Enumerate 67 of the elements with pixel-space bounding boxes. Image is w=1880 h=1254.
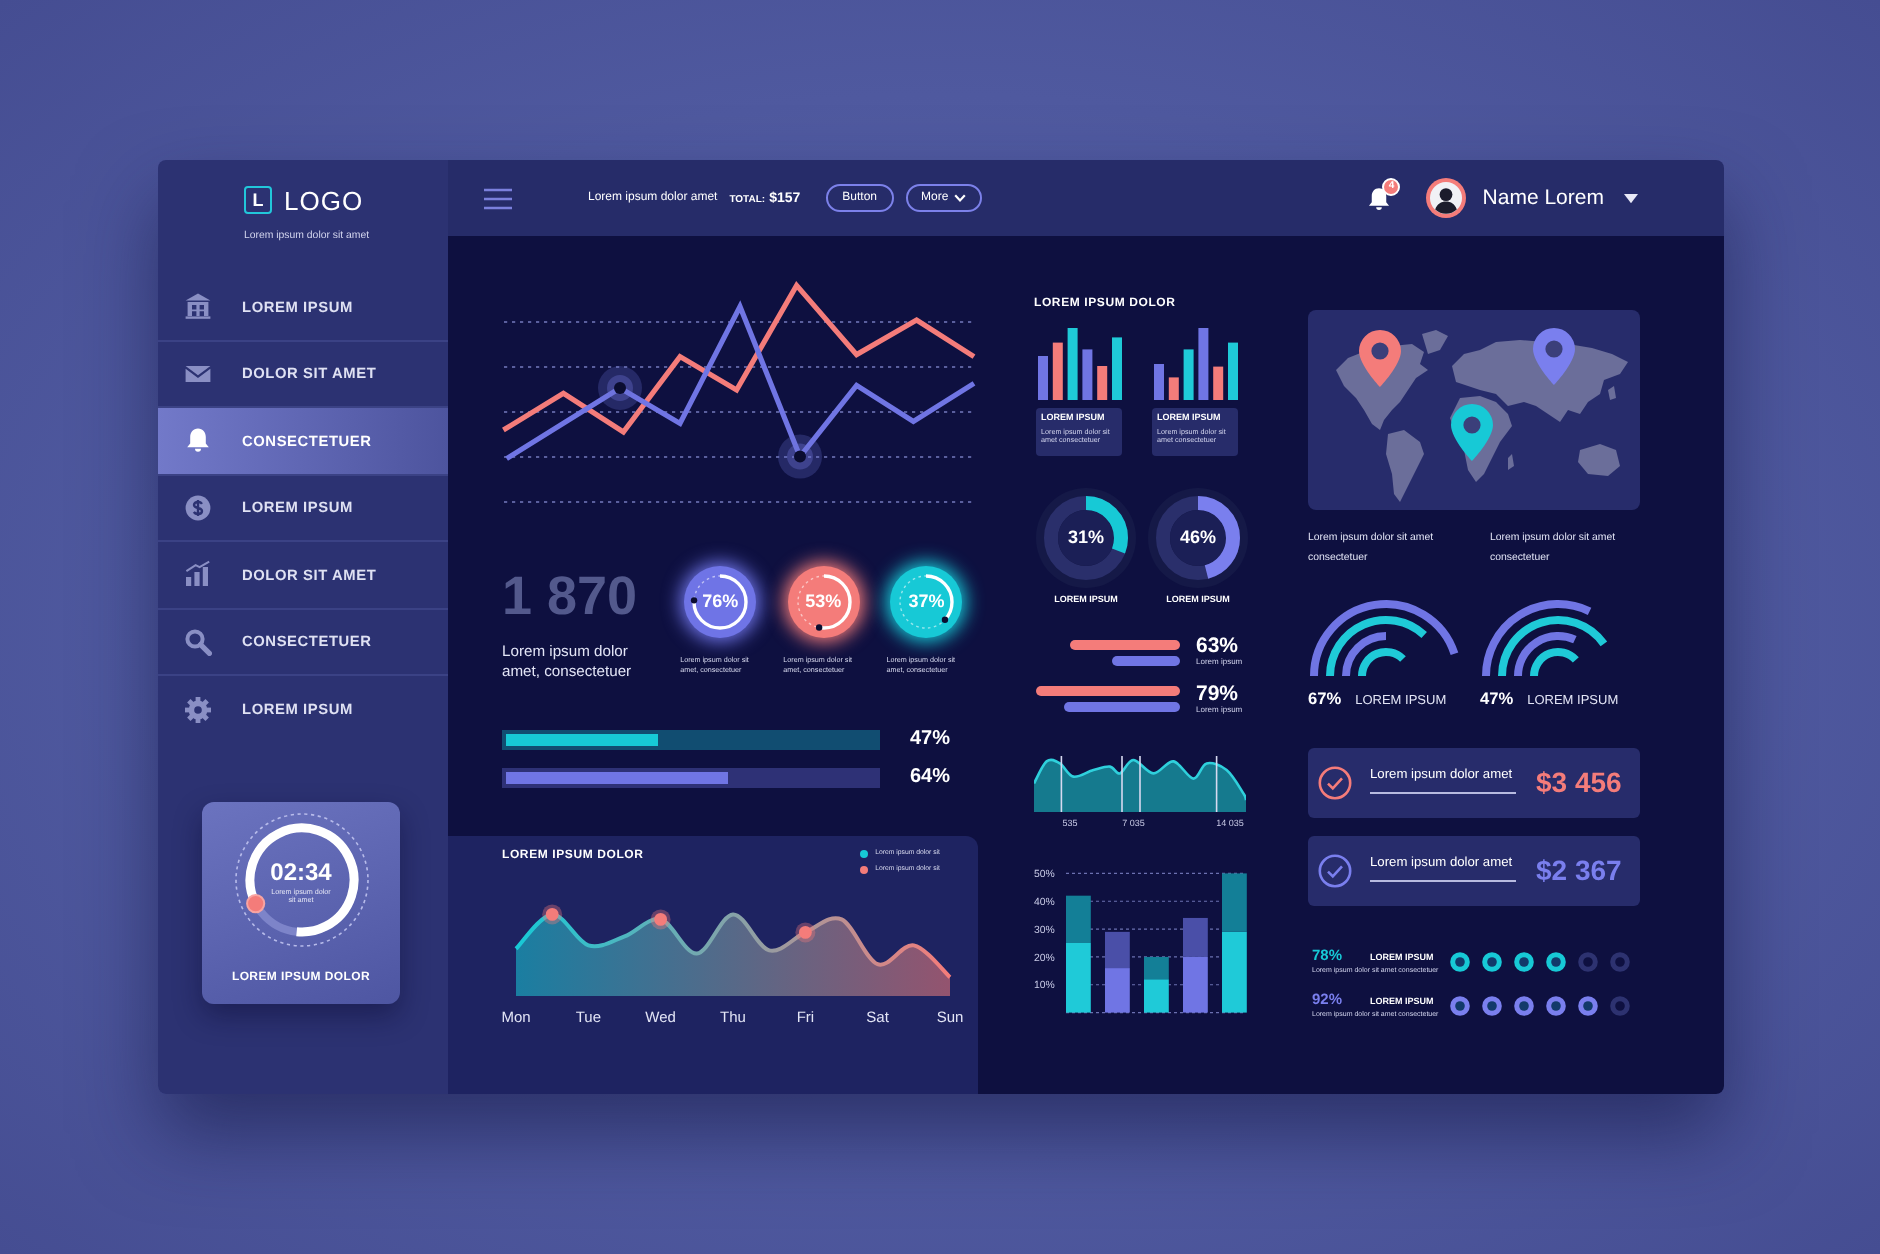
bar bbox=[1105, 930, 1130, 968]
donut-value: 31% bbox=[1068, 529, 1104, 547]
bar bbox=[1070, 639, 1180, 649]
donut-value: 46% bbox=[1180, 529, 1216, 547]
bar bbox=[1154, 364, 1164, 400]
ring-value: 37% bbox=[908, 593, 945, 611]
logo-text: LOGO bbox=[284, 187, 364, 213]
ring-icon bbox=[1610, 995, 1630, 1015]
bar bbox=[1183, 955, 1208, 1012]
bell-icon bbox=[184, 426, 212, 455]
point-marker bbox=[778, 434, 822, 479]
chevron-icon bbox=[954, 194, 967, 202]
bar bbox=[1144, 955, 1169, 979]
avatar-icon[interactable] bbox=[1426, 178, 1467, 218]
dollar-coin-icon bbox=[184, 493, 212, 522]
bar bbox=[1222, 872, 1247, 931]
point-marker bbox=[598, 366, 642, 410]
point-marker bbox=[650, 909, 671, 930]
gauge-value: 67% bbox=[1308, 690, 1342, 707]
stat-value: 79% bbox=[1196, 683, 1241, 703]
bar bbox=[1097, 366, 1108, 400]
bar bbox=[1036, 685, 1180, 695]
ring-icon bbox=[1578, 951, 1598, 971]
ring-value: 53% bbox=[805, 593, 842, 611]
bar bbox=[1183, 349, 1194, 400]
check-circle-icon bbox=[1318, 765, 1352, 799]
ring-value: 76% bbox=[702, 593, 739, 611]
bar bbox=[1064, 701, 1180, 711]
timer-value: 02:34 bbox=[270, 860, 332, 884]
bar bbox=[1082, 349, 1093, 400]
bar-chart-icon bbox=[184, 560, 212, 589]
stat-value: 63% bbox=[1196, 635, 1241, 655]
user-name[interactable]: Name Lorem bbox=[1482, 187, 1604, 209]
bar bbox=[1213, 366, 1224, 400]
bar bbox=[1228, 342, 1238, 400]
ring-icon bbox=[1610, 951, 1630, 971]
search-icon bbox=[184, 627, 212, 656]
bar bbox=[1067, 328, 1078, 400]
bar bbox=[1112, 655, 1180, 665]
bar bbox=[1222, 930, 1247, 1012]
amount-value: $2 367 bbox=[1536, 856, 1622, 884]
check-circle-icon bbox=[1318, 853, 1352, 887]
marker-line bbox=[1215, 755, 1218, 812]
bar bbox=[1105, 967, 1130, 1012]
progress-reading: 47% bbox=[910, 730, 951, 750]
amount-value: $3 456 bbox=[1536, 768, 1622, 796]
bar bbox=[1052, 342, 1063, 400]
point-marker bbox=[542, 904, 563, 925]
settings-icon bbox=[184, 695, 212, 724]
caret-icon[interactable] bbox=[1624, 193, 1638, 203]
bar bbox=[1168, 377, 1179, 400]
marker-line bbox=[1121, 755, 1123, 812]
bell-icon[interactable] bbox=[1366, 185, 1393, 211]
marker-line bbox=[1139, 755, 1141, 812]
point-marker bbox=[795, 922, 816, 943]
marker-line bbox=[1060, 755, 1063, 812]
gauge-value: 47% bbox=[1480, 690, 1514, 707]
building-icon bbox=[184, 292, 212, 321]
bar bbox=[1144, 978, 1169, 1012]
progress-reading: 64% bbox=[910, 768, 951, 788]
bar bbox=[1183, 916, 1208, 956]
big-number: 1 870 bbox=[502, 570, 640, 624]
bar bbox=[1112, 337, 1122, 400]
logo-mark: L bbox=[244, 186, 272, 214]
bar bbox=[1198, 328, 1209, 400]
bar bbox=[1038, 356, 1048, 400]
menu-icon[interactable] bbox=[484, 187, 512, 209]
